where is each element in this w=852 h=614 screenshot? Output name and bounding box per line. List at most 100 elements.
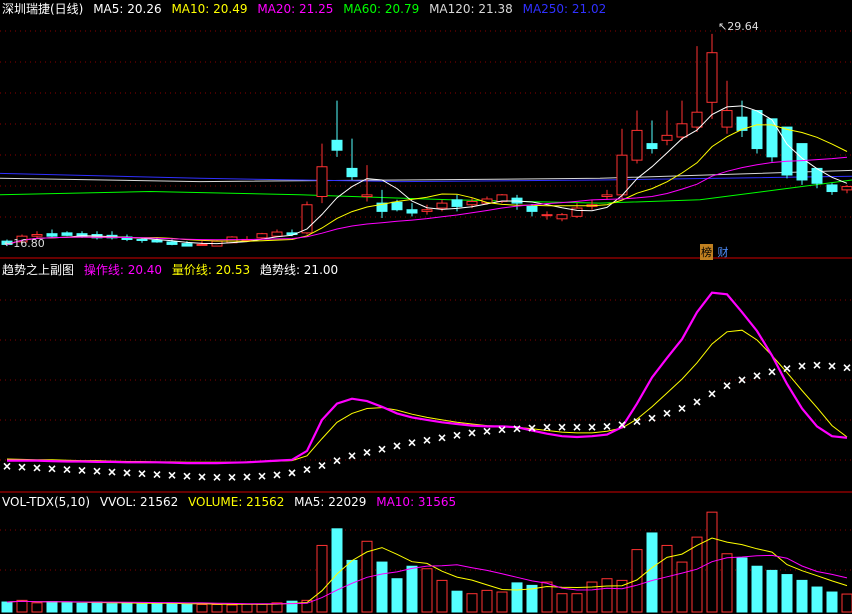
- candle-body[interactable]: [136, 238, 148, 241]
- subchart-title[interactable]: 趋势之上副图: [2, 263, 74, 277]
- volume-bar[interactable]: [496, 591, 508, 613]
- stock-chart-canvas[interactable]: [0, 0, 852, 614]
- candle-body[interactable]: [796, 143, 808, 181]
- volume-bar[interactable]: [646, 532, 658, 613]
- volume-bar[interactable]: [241, 603, 253, 613]
- ma250-label: MA250: 21.02: [522, 2, 607, 16]
- candle-body[interactable]: [61, 232, 73, 236]
- volume-bar[interactable]: [376, 561, 388, 613]
- candle-body[interactable]: [526, 205, 538, 212]
- candle-body[interactable]: [46, 233, 58, 237]
- candle-body[interactable]: [541, 214, 553, 217]
- volume-bar[interactable]: [391, 578, 403, 613]
- vvol-label: VVOL: 21562: [99, 495, 179, 509]
- candle-body[interactable]: [166, 241, 178, 245]
- volume-bar[interactable]: [736, 557, 748, 613]
- volume-bar[interactable]: [181, 604, 193, 613]
- candle-body[interactable]: [361, 194, 373, 198]
- trend-line-marker: [558, 423, 566, 431]
- candle-body[interactable]: [196, 243, 208, 246]
- candle-body[interactable]: [466, 200, 478, 206]
- volume-bar[interactable]: [346, 559, 358, 613]
- candle-body[interactable]: [556, 214, 568, 220]
- volume-bar[interactable]: [721, 553, 733, 613]
- volume-bar[interactable]: [61, 602, 73, 613]
- volume-bar[interactable]: [46, 601, 58, 613]
- trend-line-marker: [828, 362, 836, 370]
- volume-bar[interactable]: [451, 590, 463, 613]
- candle-body[interactable]: [406, 209, 418, 214]
- volume-bar[interactable]: [616, 579, 628, 613]
- volume-bar[interactable]: [661, 544, 673, 613]
- trend-line-marker: [258, 472, 266, 480]
- candle-body[interactable]: [841, 186, 852, 191]
- candle-body[interactable]: [256, 233, 268, 239]
- candle-body[interactable]: [436, 202, 448, 209]
- candle-body[interactable]: [331, 139, 343, 151]
- volume-bar[interactable]: [826, 591, 838, 613]
- volume-bar[interactable]: [16, 599, 28, 613]
- volume-bar[interactable]: [421, 568, 433, 613]
- volume-bar[interactable]: [226, 604, 238, 613]
- volume-bar[interactable]: [406, 565, 418, 613]
- low-price-value: 16.80: [13, 237, 45, 250]
- volume-bar[interactable]: [481, 589, 493, 613]
- volume-bar[interactable]: [751, 565, 763, 613]
- candle-body[interactable]: [346, 167, 358, 178]
- candle-body[interactable]: [646, 143, 658, 150]
- volume-bar[interactable]: [316, 544, 328, 613]
- candle-body[interactable]: [181, 243, 193, 247]
- candle-body[interactable]: [676, 123, 688, 138]
- candle-body[interactable]: [451, 199, 463, 207]
- candle-body[interactable]: [496, 194, 508, 202]
- volume-bar[interactable]: [676, 561, 688, 613]
- volume-bar[interactable]: [556, 593, 568, 613]
- volume-bar[interactable]: [91, 601, 103, 613]
- volume-bar[interactable]: [166, 602, 178, 613]
- candle-body[interactable]: [691, 111, 703, 128]
- rank-badge[interactable]: 榜: [700, 244, 713, 260]
- candle-body[interactable]: [601, 194, 613, 198]
- trend-line-marker: [438, 434, 446, 442]
- volume-bar[interactable]: [511, 582, 523, 613]
- candle-body[interactable]: [316, 166, 328, 197]
- volume-bar[interactable]: [211, 604, 223, 613]
- candle-body[interactable]: [631, 129, 643, 161]
- volume-bar[interactable]: [466, 593, 478, 613]
- candle-body[interactable]: [31, 234, 43, 237]
- candle-body[interactable]: [721, 110, 733, 128]
- candle-body[interactable]: [751, 110, 763, 150]
- ma5-line: [6, 105, 848, 245]
- volume-bar[interactable]: [571, 593, 583, 613]
- volume-bar[interactable]: [121, 602, 133, 613]
- volume-bar[interactable]: [196, 604, 208, 613]
- volume-bar[interactable]: [841, 593, 852, 613]
- volume-bar[interactable]: [781, 574, 793, 613]
- volume-bar[interactable]: [76, 602, 88, 613]
- volume-bar[interactable]: [436, 579, 448, 613]
- stock-title[interactable]: 深圳瑞捷(日线): [2, 2, 83, 16]
- vol-indicator-title[interactable]: VOL-TDX(5,10): [2, 495, 90, 509]
- candle-body[interactable]: [271, 231, 283, 237]
- candle-body[interactable]: [616, 154, 628, 196]
- volume-bar[interactable]: [1, 601, 13, 613]
- candle-body[interactable]: [706, 52, 718, 103]
- volume-bar[interactable]: [106, 603, 118, 613]
- candle-body[interactable]: [421, 209, 433, 212]
- volume-bar[interactable]: [136, 603, 148, 613]
- finance-badge[interactable]: 财: [717, 244, 730, 260]
- volume-bar[interactable]: [691, 536, 703, 613]
- volume-bar[interactable]: [811, 586, 823, 613]
- candle-body[interactable]: [661, 134, 673, 141]
- volume-bar[interactable]: [766, 569, 778, 613]
- volume-bar[interactable]: [601, 578, 613, 613]
- volume-bar[interactable]: [31, 602, 43, 613]
- candle-body[interactable]: [391, 201, 403, 211]
- trend-line-marker: [183, 472, 191, 480]
- volume-bar[interactable]: [796, 579, 808, 613]
- volume-bar[interactable]: [151, 603, 163, 613]
- candle-body[interactable]: [826, 184, 838, 193]
- volume-bar[interactable]: [256, 603, 268, 613]
- candle-body[interactable]: [781, 126, 793, 176]
- candle-body[interactable]: [151, 239, 163, 243]
